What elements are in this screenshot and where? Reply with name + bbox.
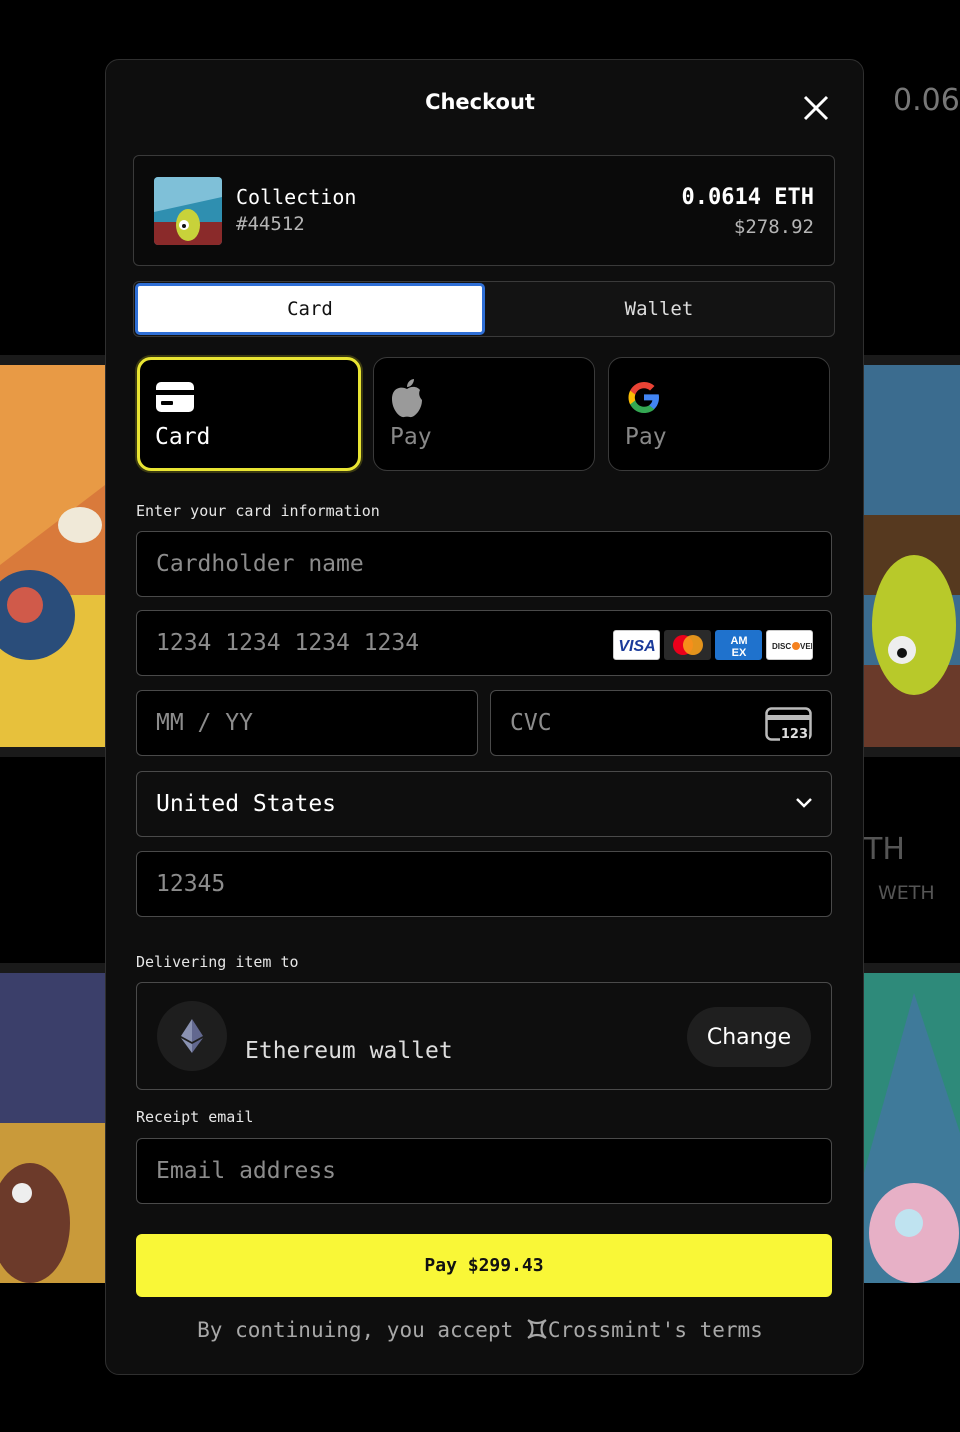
payment-method-card-label: Card [155,424,211,450]
tab-wallet[interactable]: Wallet [485,283,833,335]
nft-art-left-2 [0,973,105,1283]
expiry-input[interactable] [156,710,477,736]
close-button[interactable] [800,92,832,124]
expiry-field[interactable] [136,690,478,756]
country-select[interactable]: United States [136,771,832,837]
postal-code-field[interactable] [136,851,832,917]
change-wallet-button[interactable]: Change [687,1007,811,1067]
wallet-type: Ethereum wallet [245,1038,453,1064]
cvc-icon-text: 123 [779,727,809,742]
email-input[interactable] [156,1158,831,1184]
country-value: United States [156,791,337,817]
cardholder-name-field[interactable] [136,531,832,597]
svg-text:DISC: DISC [772,642,791,651]
postal-code-input[interactable] [156,871,831,897]
receipt-email-field[interactable] [136,1138,832,1204]
cvc-field[interactable]: 123 [490,690,832,756]
cardholder-name-input[interactable] [156,551,831,577]
nft-art-right-2 [864,973,960,1283]
nft-art-right-1 [864,365,960,747]
card-number-input[interactable] [156,630,596,656]
cvc-card-icon: 123 [765,707,813,742]
background-price-mid: TH [864,832,905,867]
svg-text:EX: EX [731,647,746,658]
payment-method-card[interactable]: Card [137,357,361,471]
payment-method-google-pay[interactable]: Pay [608,357,830,471]
collection-name: Collection [236,185,357,209]
svg-text:VISA: VISA [618,638,655,655]
tab-card[interactable]: Card [135,283,485,335]
item-summary [133,155,835,266]
receipt-label: Receipt email [136,1108,254,1126]
ethereum-icon [157,1001,227,1071]
card-brand-logos: VISA AMEX DISC VER [613,630,813,660]
amex-icon: AM EX [715,630,762,660]
credit-card-icon [156,382,194,412]
close-icon [803,95,829,121]
cvc-input[interactable] [510,710,750,736]
delivery-wallet-box: Ethereum wallet Change [136,982,832,1090]
apple-icon [392,379,422,418]
price-eth: 0.0614 ETH [681,185,814,210]
chevron-down-icon [796,798,812,808]
background-price-mid-sub: WETH [878,882,935,904]
pay-button[interactable]: Pay $299.43 [136,1234,832,1297]
crossmint-logo-icon [527,1319,547,1339]
payment-method-apple-pay-label: Pay [390,424,432,450]
token-id: #44512 [236,213,305,235]
svg-text:AM: AM [730,635,747,647]
visa-icon: VISA [613,630,660,660]
crossmint-terms-link[interactable]: Crossmint's terms [548,1318,763,1342]
google-icon [628,382,659,413]
svg-text:VER: VER [800,642,812,651]
terms-text: By continuing, you accept Crossmint's te… [0,1318,960,1342]
price-usd: $278.92 [733,216,814,238]
nft-thumbnail [154,177,222,245]
payment-method-apple-pay[interactable]: Pay [373,357,595,471]
payment-method-google-pay-label: Pay [625,424,667,450]
card-info-label: Enter your card information [136,502,380,520]
terms-prefix: By continuing, you accept [197,1318,514,1342]
delivery-label: Delivering item to [136,953,299,971]
mastercard-icon [664,630,711,660]
discover-icon: DISC VER [766,630,813,660]
nft-art-left-1 [0,365,105,747]
